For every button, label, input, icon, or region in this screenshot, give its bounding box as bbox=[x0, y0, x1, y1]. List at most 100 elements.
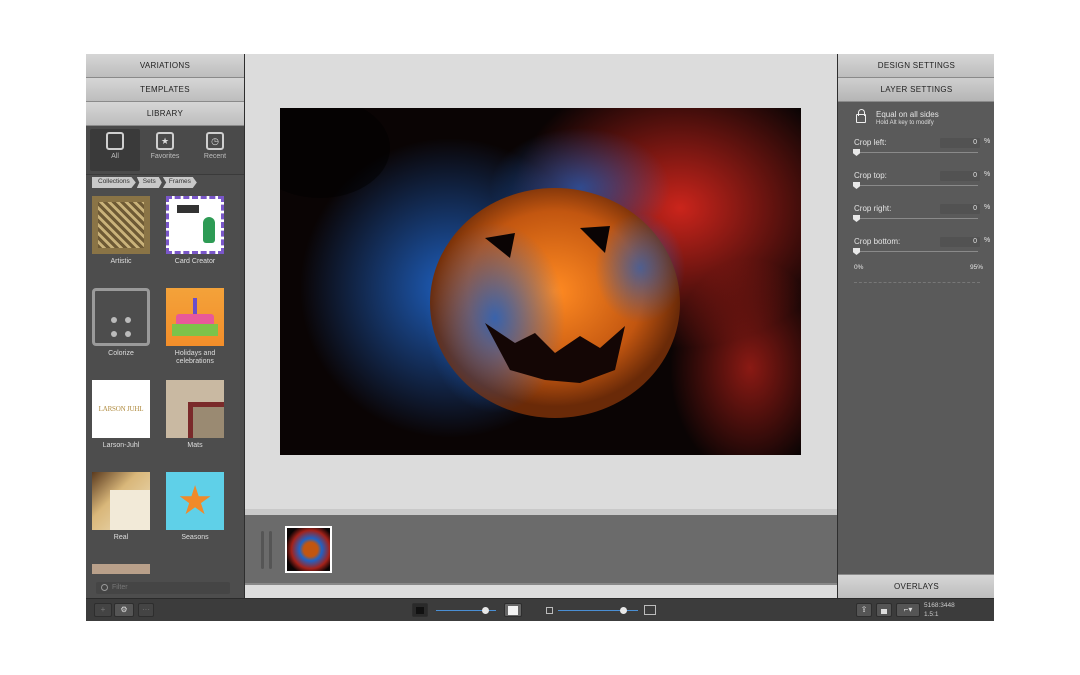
library-grid: Artistic Card Creator Colorize Holidays … bbox=[86, 188, 244, 578]
library-item-label: Mats bbox=[187, 442, 203, 449]
breadcrumb-collections[interactable]: Collections bbox=[92, 177, 136, 188]
crop-top-slider-knob[interactable] bbox=[853, 182, 860, 189]
crop-top-input[interactable]: 0 bbox=[940, 171, 980, 181]
filmstrip-handle[interactable] bbox=[269, 531, 272, 569]
crop-left-control: Crop left: 0 % bbox=[850, 132, 990, 165]
breadcrumb-sets[interactable]: Sets bbox=[136, 177, 162, 188]
app-window: VARIATIONS TEMPLATES LIBRARY All ★ Favor… bbox=[86, 54, 994, 621]
small-zoom-icon[interactable] bbox=[546, 607, 553, 614]
library-item-seasons[interactable]: ★ Seasons bbox=[160, 472, 230, 542]
canvas-area[interactable] bbox=[245, 54, 837, 509]
all-square-icon bbox=[106, 132, 124, 150]
crop-right-input[interactable]: 0 bbox=[940, 204, 980, 214]
crop-right-slider-knob[interactable] bbox=[853, 215, 860, 222]
share-icon: ⇪ bbox=[860, 605, 868, 614]
library-item-card-creator[interactable]: Card Creator bbox=[160, 196, 230, 266]
cake-thumbnail bbox=[166, 288, 224, 346]
breadcrumb: Collections Sets Frames bbox=[92, 177, 244, 188]
lock-icon bbox=[881, 609, 887, 614]
library-item-colorize[interactable]: Colorize bbox=[86, 288, 156, 358]
crop-left-input[interactable]: 0 bbox=[940, 138, 980, 148]
crop-right-slider-track[interactable] bbox=[856, 218, 978, 219]
background-slider[interactable] bbox=[436, 607, 496, 614]
light-square-icon bbox=[508, 606, 518, 615]
guitar-icon bbox=[203, 217, 215, 243]
search-icon bbox=[101, 584, 108, 591]
library-item-label: Colorize bbox=[108, 350, 134, 357]
filter-all-button[interactable]: All bbox=[90, 129, 140, 171]
overlays-button[interactable]: OVERLAYS bbox=[838, 574, 994, 598]
add-button[interactable]: + bbox=[94, 603, 112, 617]
tab-templates[interactable]: TEMPLATES bbox=[86, 78, 244, 102]
star-icon: ★ bbox=[156, 132, 174, 150]
colorize-thumbnail bbox=[92, 288, 150, 346]
crop-range: 0% 95% bbox=[850, 264, 985, 278]
library-item-label: Holidays and celebrations bbox=[174, 350, 216, 365]
crop-tool-menu-button[interactable]: ⌐▾ bbox=[896, 603, 920, 617]
library-item-label: Card Creator bbox=[174, 258, 216, 265]
library-item-holidays[interactable]: Holidays and celebrations bbox=[160, 288, 230, 366]
mats-thumbnail bbox=[166, 380, 224, 438]
filter-input[interactable]: Filter bbox=[96, 582, 230, 594]
zoom-slider-knob[interactable] bbox=[620, 607, 627, 614]
crop-top-slider-track[interactable] bbox=[856, 185, 978, 186]
image-info: 5168:3448 1.5:1 bbox=[924, 601, 955, 619]
left-panel: VARIATIONS TEMPLATES LIBRARY All ★ Favor… bbox=[86, 54, 245, 598]
crop-range-max: 95% bbox=[969, 264, 983, 271]
dark-square-icon bbox=[416, 607, 424, 614]
lock-button[interactable] bbox=[876, 603, 892, 617]
gear-menu-button[interactable]: ⚙ bbox=[114, 603, 134, 617]
dark-background-button[interactable] bbox=[412, 603, 428, 617]
crop-bottom-slider-track[interactable] bbox=[856, 251, 978, 252]
crop-bottom-slider-knob[interactable] bbox=[853, 248, 860, 255]
larson-juhl-logo: LARSON JUHL bbox=[92, 380, 150, 438]
share-button[interactable]: ⇪ bbox=[856, 603, 872, 617]
layer-settings-panel: Equal on all sides Hold Alt key to modif… bbox=[838, 102, 994, 283]
pumpkin-photo[interactable] bbox=[280, 108, 801, 455]
clock-icon: ◷ bbox=[206, 132, 224, 150]
tab-library[interactable]: LIBRARY bbox=[86, 102, 244, 126]
filmstrip-handle[interactable] bbox=[261, 531, 264, 569]
library-item-label: Real bbox=[113, 534, 129, 541]
gear-icon: ⚙ bbox=[120, 605, 128, 614]
crop-top-unit: % bbox=[984, 171, 991, 178]
crop-left-slider-track[interactable] bbox=[856, 152, 978, 153]
library-item-artistic[interactable]: Artistic bbox=[86, 196, 156, 266]
light-background-button[interactable] bbox=[504, 603, 522, 617]
library-item-partial[interactable] bbox=[92, 564, 150, 574]
crop-right-label: Crop right: bbox=[854, 204, 892, 213]
large-zoom-icon[interactable] bbox=[644, 605, 656, 615]
tab-variations[interactable]: VARIATIONS bbox=[86, 54, 244, 78]
zoom-slider[interactable] bbox=[558, 607, 638, 614]
real-frame-thumbnail bbox=[92, 472, 150, 530]
more-button[interactable]: ··· bbox=[138, 603, 154, 617]
library-item-label: Artistic bbox=[110, 258, 132, 265]
equal-sides-toggle[interactable]: Equal on all sides Hold Alt key to modif… bbox=[850, 109, 985, 132]
breadcrumb-frames[interactable]: Frames bbox=[162, 177, 197, 188]
library-item-mats[interactable]: Mats bbox=[160, 380, 230, 450]
filter-recent-label: Recent bbox=[203, 153, 227, 160]
crop-left-label: Crop left: bbox=[854, 138, 887, 147]
background-slider-knob[interactable] bbox=[482, 607, 489, 614]
filter-all-label: All bbox=[111, 153, 119, 160]
starfish-icon: ★ bbox=[166, 472, 224, 530]
crop-tool-icon: ⌐▾ bbox=[903, 605, 913, 614]
crop-top-control: Crop top: 0 % bbox=[850, 165, 990, 198]
crop-left-slider-knob[interactable] bbox=[853, 149, 860, 156]
tab-design-settings[interactable]: DESIGN SETTINGS bbox=[838, 54, 994, 78]
crop-range-min: 0% bbox=[854, 264, 864, 271]
library-item-real[interactable]: Real bbox=[86, 472, 156, 542]
filmstrip-thumbnail[interactable] bbox=[285, 526, 332, 573]
filmstrip-footer bbox=[245, 583, 837, 598]
filter-favorites-button[interactable]: ★ Favorites bbox=[140, 129, 190, 171]
crop-top-label: Crop top: bbox=[854, 171, 887, 180]
tab-layer-settings[interactable]: LAYER SETTINGS bbox=[838, 78, 994, 102]
library-item-larson-juhl[interactable]: LARSON JUHL Larson-Juhl bbox=[86, 380, 156, 450]
filter-recent-button[interactable]: ◷ Recent bbox=[190, 129, 240, 171]
bottom-toolbar: + ⚙ ··· ⇪ ⌐▾ 5168:3448 1.5:1 bbox=[86, 598, 994, 621]
crop-right-control: Crop right: 0 % bbox=[850, 198, 990, 231]
lock-icon bbox=[856, 109, 866, 123]
crop-bottom-input[interactable]: 0 bbox=[940, 237, 980, 247]
divider bbox=[854, 282, 980, 283]
card-creator-thumbnail bbox=[166, 196, 224, 254]
